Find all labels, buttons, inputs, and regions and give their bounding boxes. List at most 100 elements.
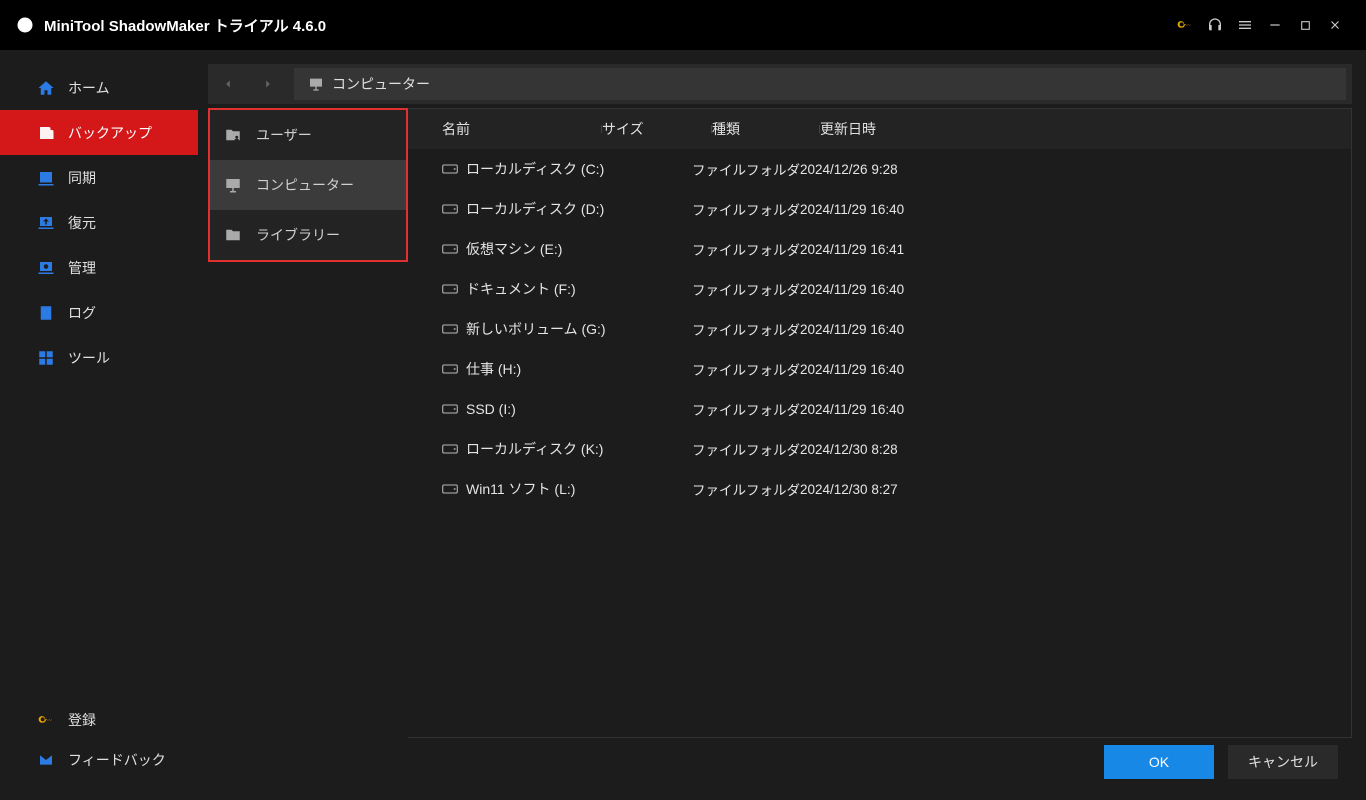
file-panel: 名前 サイズ 種類 更新日時 ローカルディスク (C:)ファイルフォルダ2024… (408, 108, 1352, 738)
drive-icon (442, 443, 458, 455)
drive-icon (442, 283, 458, 295)
drive-name: ローカルディスク (D:) (442, 199, 692, 219)
tree-item-user[interactable]: ユーザー (210, 110, 406, 160)
table-row[interactable]: 仕事 (H:)ファイルフォルダ2024/11/29 16:40 (408, 349, 1351, 389)
license-key-icon[interactable] (1170, 10, 1200, 40)
tree-item-label: コンピューター (256, 175, 354, 195)
drive-icon (442, 403, 458, 415)
sidebar-item-label: ツール (68, 348, 110, 368)
file-list: ローカルディスク (C:)ファイルフォルダ2024/12/26 9:28ローカル… (408, 149, 1351, 737)
sidebar-item-home[interactable]: ホーム (0, 65, 198, 110)
drive-icon (442, 483, 458, 495)
sidebar-feedback[interactable]: フィードバック (0, 740, 198, 780)
drive-icon (442, 243, 458, 255)
nav-forward-button[interactable] (248, 77, 288, 91)
sidebar-item-manage[interactable]: 管理 (0, 245, 198, 290)
table-row[interactable]: ローカルディスク (K:)ファイルフォルダ2024/12/30 8:28 (408, 429, 1351, 469)
tree-panel: ユーザー コンピューター ライブラリー (208, 108, 408, 738)
table-row[interactable]: 仮想マシン (E:)ファイルフォルダ2024/11/29 16:41 (408, 229, 1351, 269)
drive-date: 2024/12/30 8:27 (800, 482, 1000, 497)
nav-back-button[interactable] (208, 77, 248, 91)
monitor-icon (308, 76, 324, 92)
drive-name: Win11 ソフト (L:) (442, 479, 692, 499)
backup-icon (36, 124, 56, 142)
drive-name: 仮想マシン (E:) (442, 239, 692, 259)
maximize-button[interactable] (1290, 10, 1320, 40)
sidebar: ホーム バックアップ 同期 復元 管理 ログ ツール (0, 50, 198, 800)
tree-item-label: ユーザー (256, 125, 312, 145)
drive-name: SSD (I:) (442, 401, 692, 417)
drive-name: 仕事 (H:) (442, 359, 692, 379)
sidebar-item-log[interactable]: ログ (0, 290, 198, 335)
table-row[interactable]: ドキュメント (F:)ファイルフォルダ2024/11/29 16:40 (408, 269, 1351, 309)
sidebar-item-label: ホーム (68, 78, 110, 98)
drive-icon (442, 203, 458, 215)
sidebar-item-label: 復元 (68, 213, 96, 233)
app-title: MiniTool ShadowMaker トライアル 4.6.0 (44, 15, 326, 36)
drive-type: ファイルフォルダ (692, 319, 800, 339)
sidebar-item-label: 管理 (68, 258, 96, 278)
drive-date: 2024/12/26 9:28 (800, 162, 1000, 177)
table-row[interactable]: SSD (I:)ファイルフォルダ2024/11/29 16:40 (408, 389, 1351, 429)
drive-date: 2024/12/30 8:28 (800, 442, 1000, 457)
log-icon (36, 304, 56, 322)
drive-type: ファイルフォルダ (692, 239, 800, 259)
sidebar-register-label: 登録 (68, 710, 96, 730)
restore-icon (36, 214, 56, 232)
monitor-icon (222, 176, 244, 194)
sidebar-item-label: バックアップ (68, 123, 152, 143)
ok-button[interactable]: OK (1104, 745, 1214, 779)
drive-type: ファイルフォルダ (692, 279, 800, 299)
sidebar-item-label: ログ (68, 303, 96, 323)
content-area: コンピューター ユーザー コンピューター (198, 50, 1366, 800)
key-icon (36, 712, 56, 728)
drive-date: 2024/11/29 16:40 (800, 202, 1000, 217)
drive-icon (442, 323, 458, 335)
column-header-type[interactable]: 種類 (712, 119, 820, 139)
sidebar-item-restore[interactable]: 復元 (0, 200, 198, 245)
drive-type: ファイルフォルダ (692, 199, 800, 219)
headset-icon[interactable] (1200, 10, 1230, 40)
sidebar-item-backup[interactable]: バックアップ (0, 110, 198, 155)
footer-buttons: OK キャンセル (198, 738, 1352, 786)
tools-icon (36, 349, 56, 367)
table-row[interactable]: ローカルディスク (D:)ファイルフォルダ2024/11/29 16:40 (408, 189, 1351, 229)
drive-icon (442, 363, 458, 375)
drive-type: ファイルフォルダ (692, 479, 800, 499)
sidebar-item-sync[interactable]: 同期 (0, 155, 198, 200)
drive-date: 2024/11/29 16:40 (800, 282, 1000, 297)
table-row[interactable]: ローカルディスク (C:)ファイルフォルダ2024/12/26 9:28 (408, 149, 1351, 189)
breadcrumb-computer[interactable]: コンピューター (294, 68, 1346, 100)
sidebar-register[interactable]: 登録 (0, 700, 198, 740)
table-row[interactable]: Win11 ソフト (L:)ファイルフォルダ2024/12/30 8:27 (408, 469, 1351, 509)
column-header-date[interactable]: 更新日時 (820, 119, 980, 139)
mail-icon (36, 752, 56, 768)
drive-name: ローカルディスク (K:) (442, 439, 692, 459)
menu-icon[interactable] (1230, 10, 1260, 40)
column-header-name[interactable]: 名前 (442, 119, 602, 139)
drive-name: ローカルディスク (C:) (442, 159, 692, 179)
table-row[interactable]: 新しいボリューム (G:)ファイルフォルダ2024/11/29 16:40 (408, 309, 1351, 349)
drive-date: 2024/11/29 16:40 (800, 322, 1000, 337)
sidebar-item-tools[interactable]: ツール (0, 335, 198, 380)
minimize-button[interactable] (1260, 10, 1290, 40)
sidebar-item-label: 同期 (68, 168, 96, 188)
drive-name: 新しいボリューム (G:) (442, 319, 692, 339)
breadcrumb-label: コンピューター (332, 74, 430, 94)
folder-user-icon (222, 126, 244, 144)
drive-date: 2024/11/29 16:40 (800, 402, 1000, 417)
tree-item-computer[interactable]: コンピューター (210, 160, 406, 210)
title-bar: MiniTool ShadowMaker トライアル 4.6.0 (0, 0, 1366, 50)
cancel-button[interactable]: キャンセル (1228, 745, 1338, 779)
column-header-size[interactable]: サイズ (602, 119, 712, 139)
drive-type: ファイルフォルダ (692, 359, 800, 379)
sync-icon (36, 169, 56, 187)
close-button[interactable] (1320, 10, 1350, 40)
drive-date: 2024/11/29 16:40 (800, 362, 1000, 377)
drive-date: 2024/11/29 16:41 (800, 242, 1000, 257)
tree-item-library[interactable]: ライブラリー (210, 210, 406, 260)
drive-type: ファイルフォルダ (692, 439, 800, 459)
drive-name: ドキュメント (F:) (442, 279, 692, 299)
home-icon (36, 79, 56, 97)
drive-type: ファイルフォルダ (692, 399, 800, 419)
